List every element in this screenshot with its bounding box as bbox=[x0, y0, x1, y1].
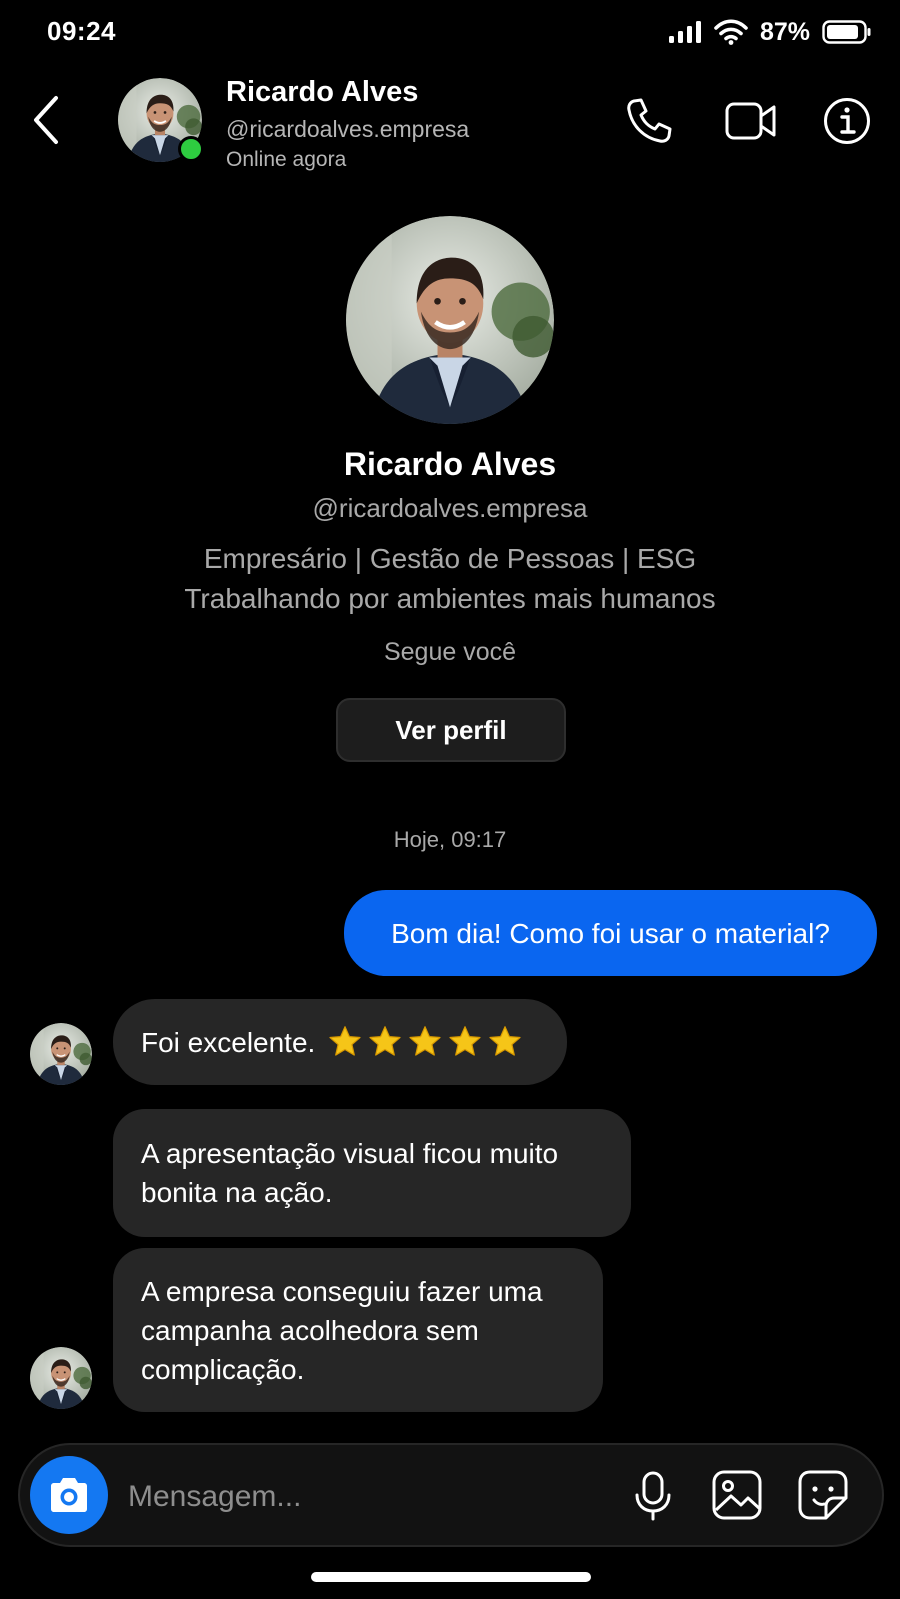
profile-handle: @ricardoalves.empresa bbox=[312, 493, 588, 523]
view-profile-button[interactable]: Ver perfil bbox=[336, 698, 566, 762]
message-text: Foi excelente. bbox=[141, 1026, 316, 1058]
message-text: A empresa conseguiu fazer uma campanha a… bbox=[141, 1275, 543, 1385]
star-rating bbox=[327, 1024, 523, 1060]
chat-date-separator: Hoje, 09:17 bbox=[393, 827, 507, 852]
video-icon bbox=[725, 102, 776, 140]
profile-photo bbox=[346, 216, 554, 424]
profile-name: Ricardo Alves bbox=[343, 446, 557, 482]
contact-handle: @ricardoalves.empresa bbox=[226, 116, 470, 142]
message-bubble-incoming[interactable]: A empresa conseguiu fazer uma campanha a… bbox=[113, 1248, 603, 1412]
message-input[interactable] bbox=[126, 1468, 610, 1526]
online-status: Online agora bbox=[226, 148, 347, 171]
message-avatar[interactable] bbox=[30, 1347, 92, 1409]
message-text: Bom dia! Como foi usar o material? bbox=[391, 917, 830, 949]
home-indicator[interactable] bbox=[311, 1572, 591, 1582]
star-icon bbox=[329, 1026, 361, 1056]
camera-icon bbox=[51, 1478, 87, 1512]
avatar-image bbox=[30, 1023, 92, 1085]
header-avatar[interactable] bbox=[118, 78, 204, 162]
contact-name[interactable]: Ricardo Alves bbox=[226, 76, 418, 109]
gallery-button[interactable] bbox=[710, 1468, 764, 1522]
wifi-icon bbox=[714, 19, 748, 45]
video-call-button[interactable] bbox=[725, 96, 776, 146]
star-icon bbox=[489, 1026, 521, 1056]
profile-bio-line-1: Empresário | Gestão de Pessoas | ESG bbox=[203, 543, 697, 574]
status-indicators: 87% bbox=[668, 14, 872, 50]
microphone-icon bbox=[635, 1471, 671, 1521]
battery-icon bbox=[822, 20, 871, 44]
info-icon bbox=[824, 98, 870, 144]
message-avatar[interactable] bbox=[30, 1023, 92, 1085]
back-icon bbox=[34, 96, 58, 144]
message-bubble-incoming[interactable]: Foi excelente. bbox=[113, 999, 567, 1085]
star-icon bbox=[449, 1026, 481, 1056]
sticker-icon bbox=[798, 1470, 848, 1520]
message-bubble-outgoing[interactable]: Bom dia! Como foi usar o material? bbox=[344, 890, 877, 976]
camera-button[interactable] bbox=[30, 1456, 108, 1534]
star-icon bbox=[409, 1026, 441, 1056]
gallery-icon bbox=[712, 1470, 762, 1520]
profile-bio-line-2: Trabalhando por ambientes mais humanos bbox=[184, 583, 716, 614]
star-icon bbox=[369, 1026, 401, 1056]
online-indicator bbox=[178, 136, 204, 162]
profile-avatar[interactable] bbox=[346, 216, 554, 424]
call-button[interactable] bbox=[624, 96, 674, 146]
sticker-button[interactable] bbox=[796, 1468, 850, 1522]
battery-percent: 87% bbox=[759, 17, 810, 46]
avatar-image bbox=[30, 1347, 92, 1409]
back-button[interactable] bbox=[26, 92, 70, 148]
follows-you-label: Segue você bbox=[383, 638, 517, 666]
status-time: 09:24 bbox=[47, 16, 116, 46]
info-button[interactable] bbox=[822, 96, 872, 146]
message-text: A apresentação visual ficou muito bonita… bbox=[141, 1138, 559, 1208]
phone-icon bbox=[627, 98, 672, 143]
voice-message-button[interactable] bbox=[626, 1468, 680, 1522]
signal-icon bbox=[668, 21, 701, 43]
message-bubble-incoming[interactable]: A apresentação visual ficou muito bonita… bbox=[113, 1109, 631, 1237]
